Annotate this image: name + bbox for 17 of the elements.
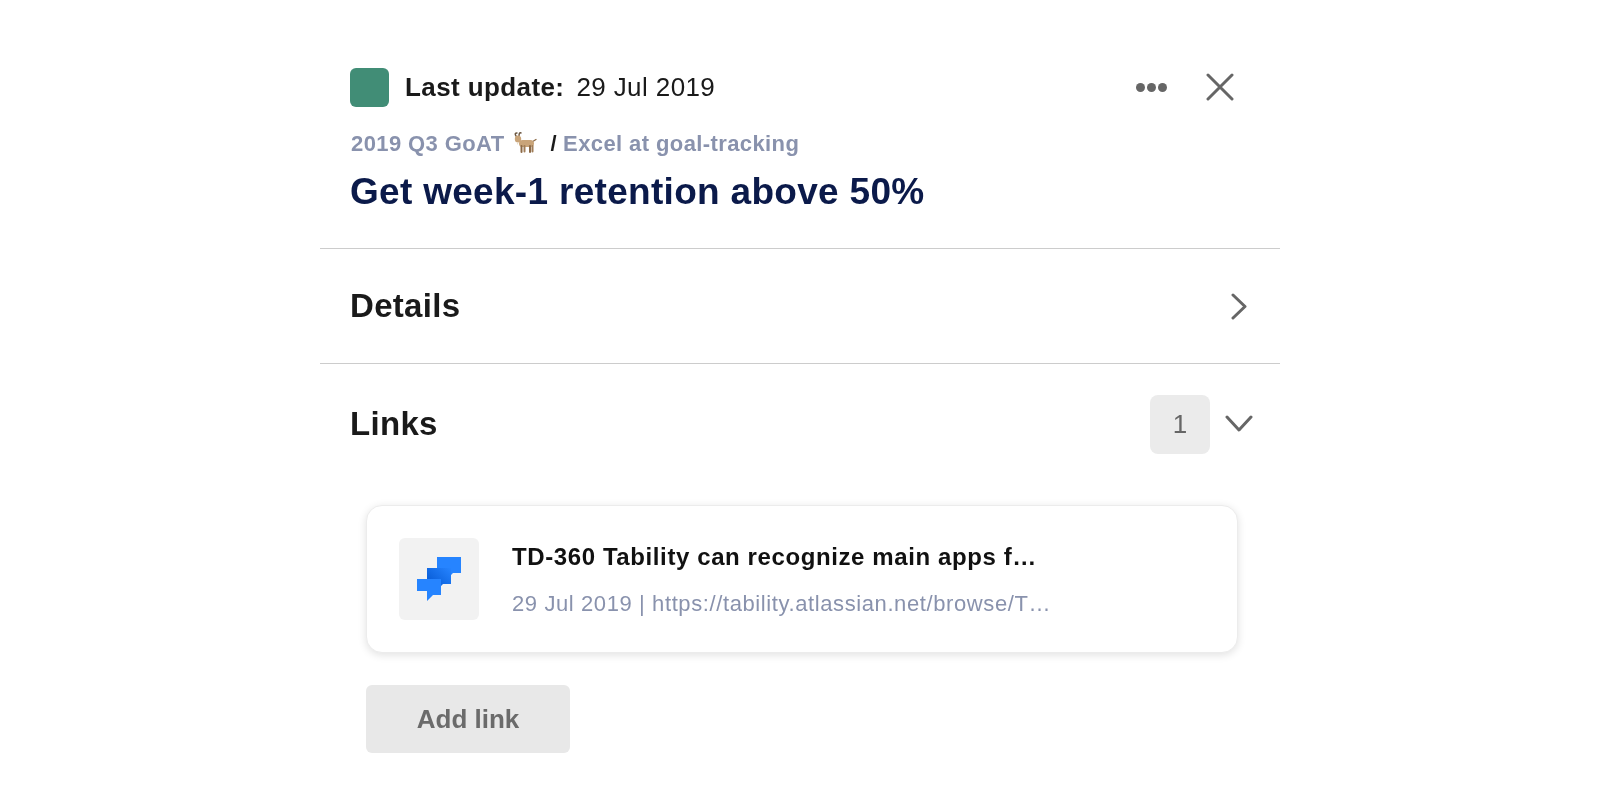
- goal-title: Get week-1 retention above 50%: [349, 170, 926, 214]
- section-title[interactable]: Details: [350, 281, 461, 331]
- link-title: TD-360 Tability can recognize main apps f…: [512, 541, 1038, 572]
- section-title[interactable]: Links: [350, 399, 438, 449]
- close-icon[interactable]: [1206, 73, 1234, 101]
- link-count: 1: [1150, 394, 1210, 454]
- link-meta: 29 Jul 2019 | https://tability.atlassian.net/browse/T…: [512, 589, 1052, 618]
- logo-icon: [399, 538, 479, 620]
- goat-icon: [512, 132, 537, 154]
- last-update-date: 29 Jul 2019: [576, 70, 716, 104]
- chevron-right-icon[interactable]: [1231, 292, 1247, 320]
- link-card[interactable]: TD-360 Tability can recognize main apps f… 29 Jul 2019 | https://tability.atlassian.net/browse/T…: [366, 505, 1238, 653]
- add-link-button[interactable]: Add link: [366, 685, 570, 753]
- chevron-down-icon[interactable]: [1225, 414, 1253, 434]
- more-icon[interactable]: [1136, 82, 1167, 92]
- last-update-label: Last update:: [405, 70, 565, 104]
- breadcrumb-separator: /: [550, 129, 558, 158]
